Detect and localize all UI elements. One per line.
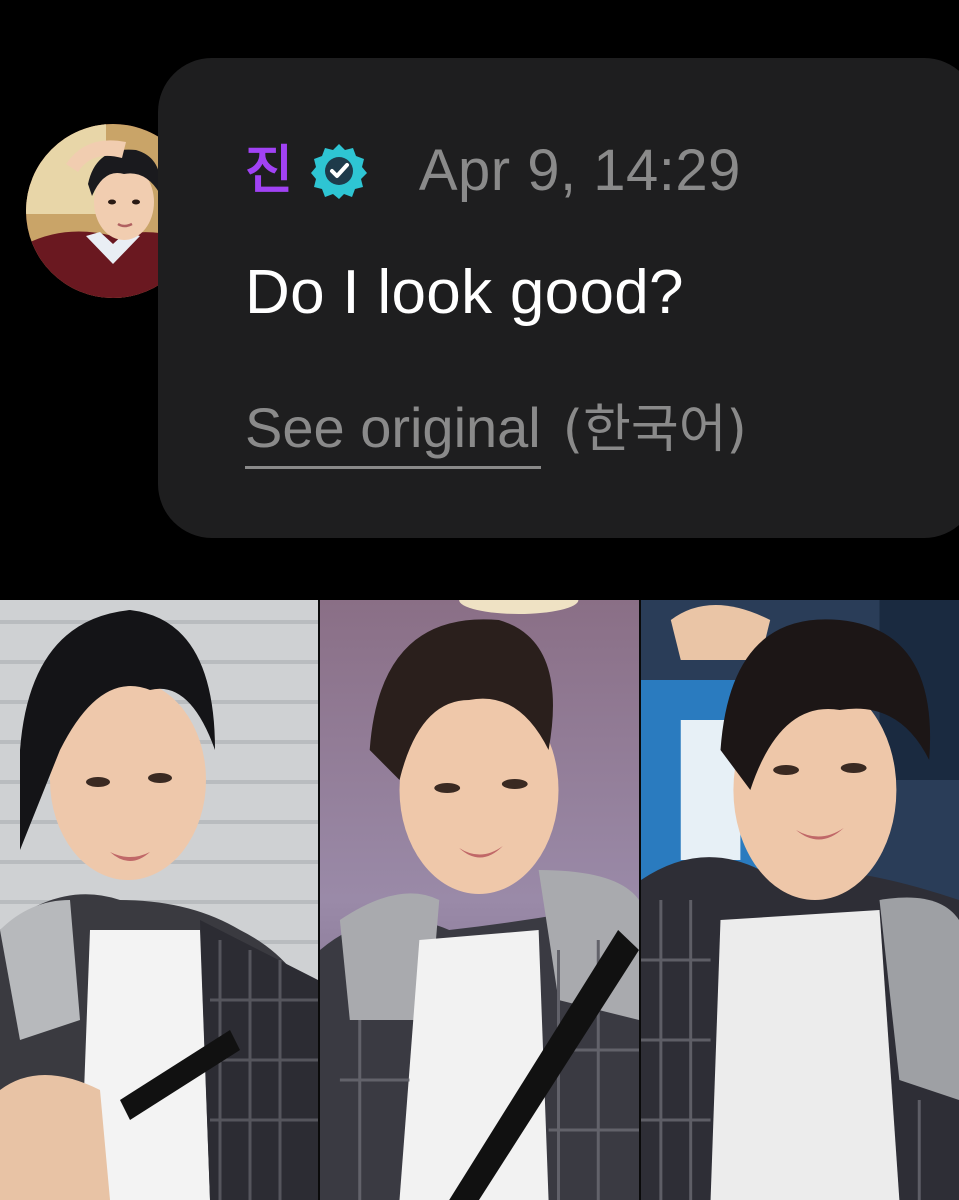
photo-3[interactable]	[639, 600, 959, 1200]
message-text: Do I look good?	[245, 258, 684, 327]
username[interactable]: 진	[245, 145, 293, 197]
see-original-link[interactable]: See original	[245, 400, 541, 469]
verified-badge-icon	[309, 141, 369, 201]
chat-area: 진 Apr 9, 14:29 Do I look good? See origi…	[0, 0, 959, 600]
photo-strip	[0, 600, 959, 1200]
timestamp: Apr 9, 14:29	[418, 138, 741, 203]
message-header: 진 Apr 9, 14:29	[245, 136, 741, 206]
original-language-label: (한국어)	[562, 400, 747, 460]
photo-2[interactable]	[318, 600, 639, 1200]
translation-row: See original (한국어)	[245, 400, 747, 469]
photo-1[interactable]	[0, 600, 318, 1200]
